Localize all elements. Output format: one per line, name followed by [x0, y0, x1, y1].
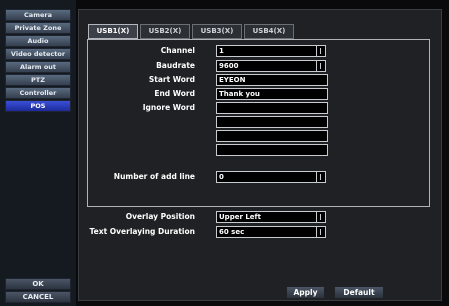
tab-usb4[interactable]: USB4(X)	[244, 24, 294, 39]
tab-usb3[interactable]: USB3(X)	[192, 24, 242, 39]
sidebar-item-camera[interactable]: Camera	[5, 9, 71, 21]
ignore-word-input-2[interactable]	[216, 116, 328, 128]
sidebar-item-video-detector[interactable]: Video detector	[5, 48, 71, 60]
baudrate-dropdown-icon[interactable]	[316, 60, 326, 72]
ok-button[interactable]: OK	[5, 278, 71, 290]
sidebar-item-controller[interactable]: Controller	[5, 87, 71, 99]
sidebar-item-audio[interactable]: Audio	[5, 35, 71, 47]
channel-select[interactable]: 1	[216, 45, 318, 57]
apply-button[interactable]: Apply	[287, 287, 324, 298]
baudrate-label: Baudrate	[156, 61, 195, 70]
overlay-position-select[interactable]: Upper Left	[216, 211, 318, 223]
default-button[interactable]: Default	[335, 287, 383, 298]
overlay-position-label: Overlay Position	[125, 212, 195, 221]
start-word-label: Start Word	[148, 75, 195, 84]
ignore-word-input-3[interactable]	[216, 130, 328, 142]
sidebar-item-pos[interactable]: POS	[5, 100, 71, 112]
overlay-duration-select[interactable]: 60 sec	[216, 226, 318, 238]
ignore-word-input-1[interactable]	[216, 102, 328, 114]
add-line-label: Number of add line	[113, 172, 195, 181]
overlay-duration-dropdown-icon[interactable]	[316, 226, 326, 238]
add-line-dropdown-icon[interactable]	[316, 171, 326, 183]
channel-label: Channel	[160, 46, 195, 55]
cancel-button[interactable]: CANCEL	[5, 291, 71, 303]
sidebar-item-alarm-out[interactable]: Alarm out	[5, 61, 71, 73]
overlay-duration-label: Text Overlaying Duration	[89, 227, 195, 236]
sidebar-item-private-zone[interactable]: Private Zone	[5, 22, 71, 34]
add-line-select[interactable]: 0	[216, 171, 318, 183]
sidebar: Camera Private Zone Audio Video detector…	[0, 0, 76, 306]
overlay-position-dropdown-icon[interactable]	[316, 211, 326, 223]
tab-usb2[interactable]: USB2(X)	[140, 24, 190, 39]
end-word-input[interactable]: Thank you	[216, 88, 328, 100]
ignore-word-input-4[interactable]	[216, 144, 328, 156]
end-word-label: End Word	[154, 89, 195, 98]
tab-usb1[interactable]: USB1(X)	[88, 24, 138, 39]
ignore-word-label: Ignore Word	[142, 103, 195, 112]
baudrate-select[interactable]: 9600	[216, 60, 318, 72]
sidebar-item-ptz[interactable]: PTZ	[5, 74, 71, 86]
settings-panel: USB1(X) USB2(X) USB3(X) USB4(X) Channel …	[78, 9, 442, 301]
channel-dropdown-icon[interactable]	[316, 45, 326, 57]
start-word-input[interactable]: EYEON	[216, 74, 328, 86]
